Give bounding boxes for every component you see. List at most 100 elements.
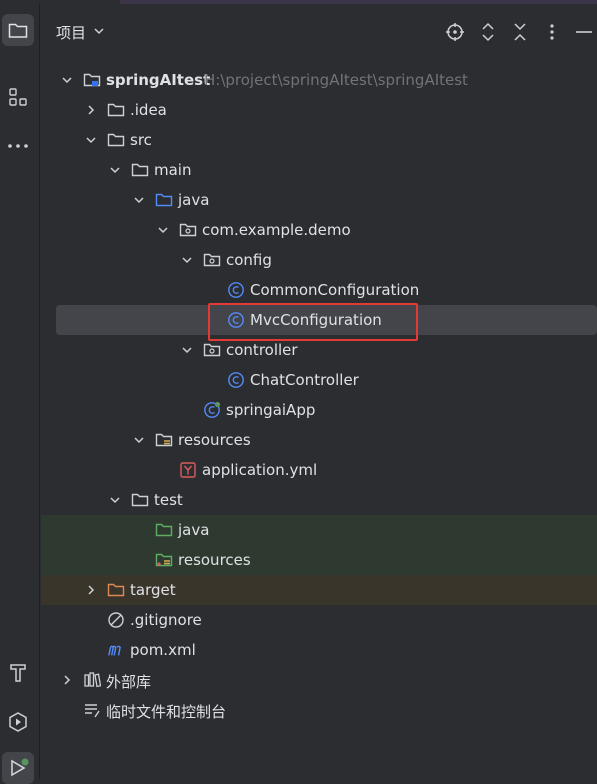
chevron-down-icon[interactable] — [109, 494, 121, 506]
tree-node-file-application-yml[interactable]: application.yml — [41, 455, 597, 485]
tree-node-class-common-configuration[interactable]: CommonConfiguration — [41, 275, 597, 305]
tree-node-label: 外部库 — [106, 673, 152, 691]
folder-icon — [8, 23, 28, 38]
spring-boot-class-icon — [204, 401, 221, 418]
tree-node-test-resources[interactable]: resources — [41, 545, 597, 575]
tree-node-main[interactable]: main — [41, 155, 597, 185]
highlight-annotation — [208, 303, 418, 341]
more-horizontal-icon — [8, 144, 28, 148]
chevron-down-icon[interactable] — [157, 224, 169, 236]
chevron-down-icon[interactable] — [93, 25, 105, 37]
maven-icon — [108, 645, 121, 656]
services-icon — [9, 712, 27, 732]
expand-all-button[interactable] — [477, 21, 499, 43]
java-class-icon — [228, 282, 244, 298]
chevron-down-icon[interactable] — [181, 254, 193, 266]
tree-node-java-source[interactable]: java — [41, 185, 597, 215]
tree-node-file-pom[interactable]: pom.xml — [41, 635, 597, 665]
structure-icon — [9, 88, 27, 106]
tree-node-project-root[interactable]: springAItest H:\project\springAItest\spr… — [41, 65, 597, 95]
chevron-down-icon[interactable] — [181, 344, 193, 356]
tree-node-label: config — [226, 251, 272, 269]
options-button[interactable] — [541, 21, 563, 43]
chevron-right-icon[interactable] — [85, 104, 97, 116]
library-icon — [84, 672, 101, 688]
tree-node-label: controller — [226, 341, 298, 359]
tree-node-file-gitignore[interactable]: .gitignore — [41, 605, 597, 635]
minimize-icon — [576, 31, 592, 33]
tree-node-label: .idea — [130, 101, 167, 119]
tree-node-target[interactable]: target — [41, 575, 597, 605]
project-panel: 项目 springAItest H:\project\springAItest\… — [41, 4, 597, 779]
more-tools-button[interactable] — [2, 130, 34, 162]
scratches-icon — [85, 704, 100, 718]
excluded-folder-icon — [107, 583, 125, 597]
tree-node-idea[interactable]: .idea — [41, 95, 597, 125]
tree-node-label: main — [154, 161, 192, 179]
crosshair-icon — [446, 23, 464, 41]
tree-node-label: springAItest — [106, 71, 211, 89]
locate-file-button[interactable] — [444, 21, 466, 43]
tree-node-label: com.example.demo — [202, 221, 351, 239]
run-tool-button[interactable] — [2, 752, 34, 784]
panel-title[interactable]: 项目 — [56, 22, 86, 43]
tree-node-label: pom.xml — [130, 641, 196, 659]
tree-node-package-config[interactable]: config — [41, 245, 597, 275]
chevron-right-icon[interactable] — [85, 584, 97, 596]
tree-node-label: resources — [178, 431, 251, 449]
package-icon — [203, 343, 221, 357]
hammer-icon — [10, 664, 26, 682]
package-icon — [203, 253, 221, 267]
tree-node-label: .gitignore — [130, 611, 202, 629]
test-resources-folder-icon — [155, 553, 173, 567]
tree-node-label: target — [130, 581, 176, 599]
tree-node-label: java — [178, 191, 210, 209]
tree-node-java-test[interactable]: java — [41, 515, 597, 545]
tree-node-label: test — [154, 491, 183, 509]
folder-icon — [107, 133, 125, 147]
collapse-icon — [514, 23, 526, 41]
tree-node-scratches[interactable]: 临时文件和控制台 — [41, 695, 597, 725]
tree-node-label: java — [178, 521, 210, 539]
services-tool-button[interactable] — [2, 706, 34, 738]
test-source-folder-icon — [155, 523, 173, 537]
tree-node-label: 临时文件和控制台 — [106, 703, 227, 721]
collapse-all-button[interactable] — [509, 21, 531, 43]
project-tool-button[interactable] — [2, 14, 34, 46]
package-icon — [179, 223, 197, 237]
tree-node-resources[interactable]: resources — [41, 425, 597, 455]
tree-node-test[interactable]: test — [41, 485, 597, 515]
chevron-down-icon[interactable] — [109, 164, 121, 176]
tree-node-class-springai-app[interactable]: springaiApp — [41, 395, 597, 425]
hide-panel-button[interactable] — [573, 21, 595, 43]
folder-icon — [131, 163, 149, 177]
tree-node-package-demo[interactable]: com.example.demo — [41, 215, 597, 245]
tree-node-label: springaiApp — [226, 401, 316, 419]
folder-icon — [131, 493, 149, 507]
project-path: H:\project\springAItest\springAItest — [204, 71, 468, 89]
tree-node-label: application.yml — [202, 461, 318, 479]
ignore-file-icon — [108, 612, 124, 628]
yaml-file-icon — [180, 462, 196, 478]
more-vertical-icon — [550, 24, 554, 40]
tree-node-label: CommonConfiguration — [250, 281, 420, 299]
chevron-down-icon[interactable] — [133, 194, 145, 206]
tree-node-src[interactable]: src — [41, 125, 597, 155]
tree-node-label: ChatController — [250, 371, 359, 389]
chevron-down-icon[interactable] — [85, 134, 97, 146]
run-icon — [11, 758, 29, 777]
folder-icon — [107, 103, 125, 117]
chevron-down-icon[interactable] — [133, 434, 145, 446]
chevron-down-icon[interactable] — [61, 74, 73, 86]
chevron-right-icon[interactable] — [61, 674, 73, 686]
structure-tool-button[interactable] — [2, 81, 34, 113]
source-folder-icon — [155, 193, 173, 207]
panel-header: 项目 — [41, 4, 597, 56]
tree-node-external-libraries[interactable]: 外部库 — [41, 665, 597, 695]
build-tool-button[interactable] — [2, 656, 34, 688]
module-folder-icon — [83, 73, 101, 87]
resources-folder-icon — [155, 433, 173, 447]
tree-node-class-chat-controller[interactable]: ChatController — [41, 365, 597, 395]
expand-icon — [482, 22, 494, 42]
tool-window-strip — [0, 4, 40, 784]
